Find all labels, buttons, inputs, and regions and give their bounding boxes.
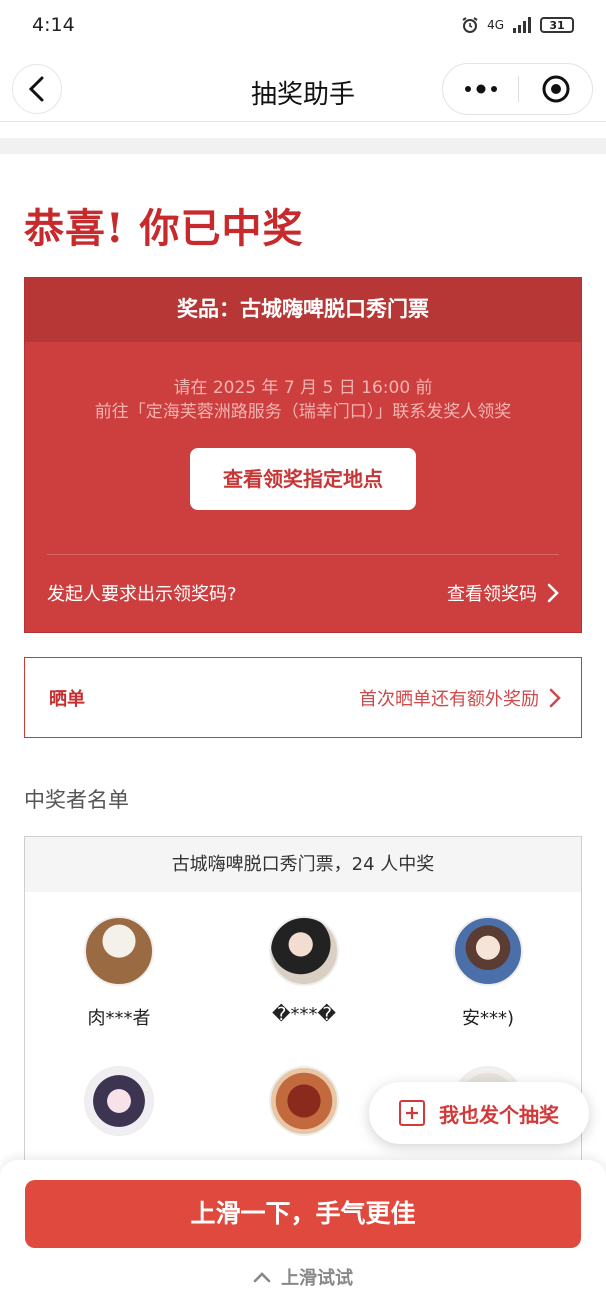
winners-heading: 中奖者名单 xyxy=(24,788,129,812)
girl-photo-avatar xyxy=(269,916,339,986)
prize-title: 奖品：古城嗨啤脱口秀门票 xyxy=(25,278,581,342)
prize-card: 奖品：古城嗨啤脱口秀门票 请在 2025 年 7 月 5 日 16:00 前 前… xyxy=(24,277,582,633)
bottom-panel: 上滑一下，手气更佳 上滑试试 xyxy=(0,1160,606,1308)
close-miniapp-button[interactable] xyxy=(519,74,592,104)
prize-code-row: 发起人要求出示领奖码? 查看领奖码 xyxy=(25,555,581,631)
congrats-headline: 恭喜! 你已中奖 xyxy=(24,205,304,252)
winner-name: �***� xyxy=(272,1004,336,1025)
chevron-right-icon xyxy=(547,583,559,603)
plus-icon xyxy=(399,1100,425,1126)
anime-girl-glasses-avatar xyxy=(453,916,523,986)
view-prize-code-link[interactable]: 查看领奖码 xyxy=(447,580,559,606)
battery-icon: 31 xyxy=(540,17,574,33)
share-order-row[interactable]: 晒单 首次晒单还有额外奖励 xyxy=(24,657,582,738)
target-close-icon xyxy=(542,75,569,103)
status-icons: 4G 31 xyxy=(461,16,574,34)
view-pickup-location-button[interactable]: 查看领奖指定地点 xyxy=(190,448,416,510)
alarm-icon xyxy=(462,17,478,33)
winner-item[interactable]: 肉***者 xyxy=(49,916,189,1030)
swipe-hint-label: 上滑试试 xyxy=(281,1268,353,1289)
create-lottery-label: 我也发个抽奖 xyxy=(439,1102,559,1127)
swipe-hint[interactable]: 上滑试试 xyxy=(0,1264,606,1290)
miniapp-capsule xyxy=(442,63,593,115)
view-prize-code-label: 查看领奖码 xyxy=(447,584,537,605)
share-bonus-link[interactable]: 首次晒单还有额外奖励 xyxy=(359,685,561,711)
nav-bar: 抽奖助手 xyxy=(0,56,606,122)
status-bar: 4:14 4G 31 xyxy=(0,0,606,50)
prize-location: 前往「定海芙蓉洲路服务（瑞幸门口）」联系发奖人领奖 xyxy=(94,402,512,422)
swipe-luck-button[interactable]: 上滑一下，手气更佳 xyxy=(25,1180,581,1248)
prize-deadline: 请在 2025 年 7 月 5 日 16:00 前 xyxy=(173,378,433,398)
create-lottery-button[interactable]: 我也发个抽奖 xyxy=(369,1082,589,1144)
winner-item[interactable]: �***� xyxy=(234,916,374,1025)
status-time: 4:14 xyxy=(32,14,75,36)
winner-item[interactable]: 安***) xyxy=(418,916,558,1030)
signal-icon xyxy=(513,17,531,33)
winners-summary: 古城嗨啤脱口秀门票，24 人中奖 xyxy=(25,837,581,892)
network-label: 4G xyxy=(487,18,504,32)
winner-item[interactable] xyxy=(234,1066,374,1154)
anime-girl-avatar xyxy=(84,1066,154,1136)
chevron-right-icon xyxy=(549,688,561,707)
prize-instructions: 请在 2025 年 7 月 5 日 16:00 前 前往「定海芙蓉洲路服务（瑞幸… xyxy=(25,376,581,424)
chevron-up-icon xyxy=(253,1272,271,1283)
more-dots-icon xyxy=(464,84,497,94)
share-order-title: 晒单 xyxy=(49,688,85,710)
winner-name: 安***) xyxy=(461,1008,515,1029)
dates-food-avatar xyxy=(269,1066,339,1136)
capybara-avatar xyxy=(84,916,154,986)
winner-item[interactable] xyxy=(49,1066,189,1154)
share-bonus-label: 首次晒单还有额外奖励 xyxy=(359,688,539,710)
code-prompt: 发起人要求出示领奖码? xyxy=(47,584,237,605)
winner-name: 肉***者 xyxy=(87,1008,151,1029)
more-button[interactable] xyxy=(443,84,518,94)
section-separator xyxy=(0,138,606,154)
